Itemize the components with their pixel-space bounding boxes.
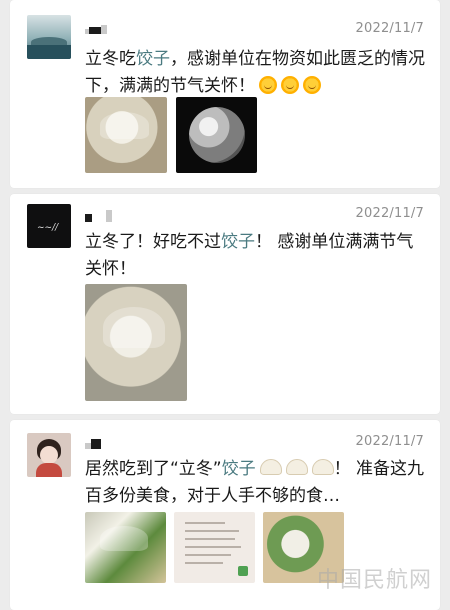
avatar[interactable] bbox=[27, 433, 71, 477]
dumplings-photo[interactable] bbox=[85, 284, 187, 401]
notice-line bbox=[185, 538, 235, 540]
post-text: 立冬吃饺子，感谢单位在物资如此匮乏的情况下，满满的节气关怀！ bbox=[85, 46, 427, 100]
notice-line bbox=[185, 562, 223, 564]
notice-line bbox=[185, 554, 231, 556]
post-time: 2022/11/7 bbox=[355, 206, 424, 221]
sun-emoji bbox=[281, 76, 299, 94]
dumpling-emoji bbox=[259, 459, 282, 475]
qr-code-icon bbox=[238, 566, 248, 576]
username-redacted[interactable] bbox=[85, 434, 101, 453]
avatar[interactable]: ~~// bbox=[27, 204, 71, 248]
post-text: 立冬了！好吃不过饺子！ 感谢单位满满节气关怀！ bbox=[85, 229, 427, 283]
post-text-part: 立冬吃 bbox=[85, 49, 136, 69]
avatar[interactable] bbox=[27, 15, 71, 59]
post-time: 2022/11/7 bbox=[355, 21, 424, 36]
avatar-art bbox=[40, 446, 58, 464]
hashtag-link[interactable]: 饺子 bbox=[136, 49, 170, 69]
dumplings-vegetables-photo[interactable] bbox=[85, 512, 166, 583]
notice-line bbox=[185, 530, 239, 532]
moments-feed: 2022/11/7 立冬吃饺子，感谢单位在物资如此匮乏的情况下，满满的节气关怀！… bbox=[0, 0, 450, 610]
hashtag-link[interactable]: 饺子 bbox=[222, 459, 256, 479]
username-redacted[interactable] bbox=[85, 19, 107, 38]
notice-photo[interactable] bbox=[174, 512, 255, 583]
post-text-part: 居然吃到了“立冬” bbox=[85, 459, 222, 479]
dumplings-photo[interactable] bbox=[85, 97, 167, 173]
dumpling-emoji bbox=[285, 459, 308, 475]
post-time: 2022/11/7 bbox=[355, 434, 424, 449]
post-text-part: 立冬了！好吃不过 bbox=[85, 232, 221, 252]
avatar-art: ~~// bbox=[37, 223, 59, 233]
post-card: ~~// 2022/11/7 立冬了！好吃不过饺子！ 感谢单位满满节气关怀！ bbox=[10, 194, 440, 414]
sun-emoji bbox=[259, 76, 277, 94]
dumpling-emoji bbox=[311, 459, 334, 475]
notice-line bbox=[185, 546, 241, 548]
watermark: 中国民航网 bbox=[316, 568, 432, 593]
avatar-art bbox=[36, 463, 62, 477]
avatar-art bbox=[27, 45, 71, 59]
username-redacted[interactable] bbox=[85, 207, 112, 226]
post-card: 2022/11/7 立冬吃饺子，感谢单位在物资如此匮乏的情况下，满满的节气关怀！ bbox=[10, 0, 440, 188]
moon-photo[interactable] bbox=[176, 97, 257, 173]
notice-line bbox=[185, 522, 225, 524]
post-text: 居然吃到了“立冬”饺子！ 准备这九百多份美食，对于人手不够的食… bbox=[85, 456, 427, 510]
hashtag-link[interactable]: 饺子 bbox=[221, 232, 255, 252]
moon-icon bbox=[189, 107, 245, 163]
sun-emoji bbox=[303, 76, 321, 94]
